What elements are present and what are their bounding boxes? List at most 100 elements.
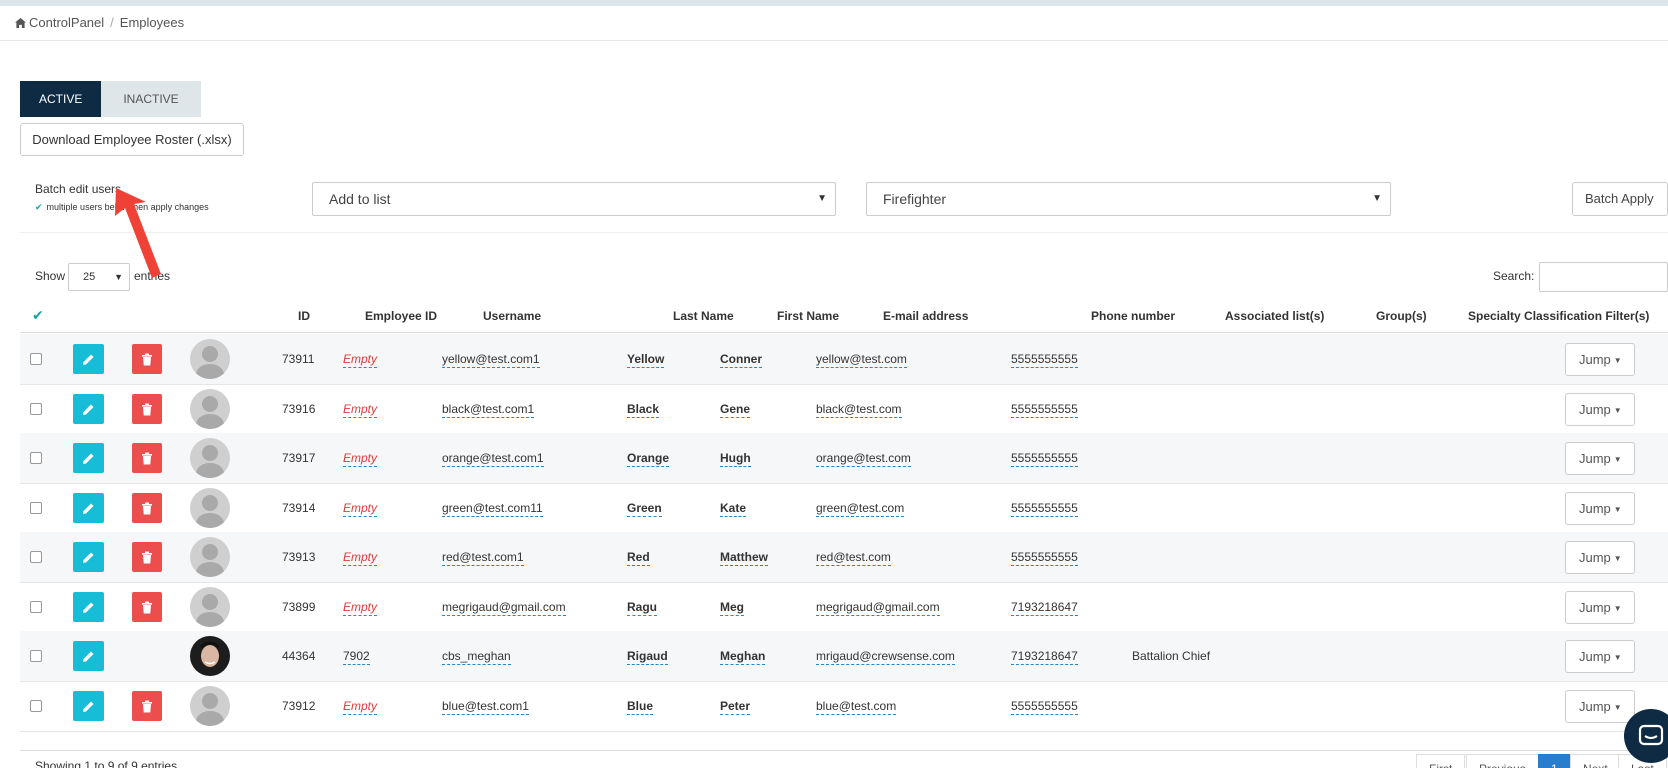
column-phone[interactable]: Phone number <box>1091 309 1175 323</box>
cell-employee-id[interactable]: Empty <box>343 352 378 368</box>
column-specialty[interactable]: Specialty Classification Filter(s) <box>1468 309 1649 323</box>
cell-email[interactable]: orange@test.com <box>816 451 911 467</box>
select-all-check-icon[interactable]: ✔ <box>32 307 44 324</box>
home-icon[interactable] <box>15 18 26 28</box>
cell-phone[interactable]: 5555555555 <box>1011 501 1078 517</box>
column-associated-lists[interactable]: Associated list(s) <box>1225 309 1324 323</box>
cell-last-name[interactable]: Ragu <box>627 600 657 616</box>
edit-button[interactable] <box>73 344 104 374</box>
cell-email[interactable]: megrigaud@gmail.com <box>816 600 940 616</box>
cell-last-name[interactable]: Red <box>627 550 650 566</box>
cell-email[interactable]: mrigaud@crewsense.com <box>816 649 955 665</box>
row-checkbox[interactable] <box>30 353 42 365</box>
column-employee-id[interactable]: Employee ID <box>365 309 437 323</box>
cell-phone[interactable]: 5555555555 <box>1011 550 1078 566</box>
cell-username[interactable]: cbs_meghan <box>442 649 511 665</box>
row-checkbox[interactable] <box>30 650 42 662</box>
pager-previous[interactable]: Previous <box>1466 754 1539 768</box>
cell-username[interactable]: red@test.com1 <box>442 550 524 566</box>
edit-button[interactable] <box>73 443 104 473</box>
cell-first-name[interactable]: Meghan <box>720 649 766 665</box>
cell-phone[interactable]: 5555555555 <box>1011 699 1078 715</box>
delete-button[interactable] <box>132 492 162 523</box>
cell-first-name[interactable]: Hugh <box>720 451 751 467</box>
jump-dropdown-button[interactable]: Jump ▼ <box>1565 442 1635 475</box>
column-last-name[interactable]: Last Name <box>673 309 734 323</box>
cell-employee-id[interactable]: Empty <box>343 550 378 566</box>
cell-phone[interactable]: 5555555555 <box>1011 451 1078 467</box>
cell-phone[interactable]: 5555555555 <box>1011 352 1078 368</box>
tab-inactive[interactable]: INACTIVE <box>101 81 201 117</box>
cell-last-name[interactable]: Green <box>627 501 662 517</box>
jump-dropdown-button[interactable]: Jump ▼ <box>1565 343 1635 376</box>
jump-dropdown-button[interactable]: Jump ▼ <box>1565 590 1635 624</box>
delete-button[interactable] <box>132 542 162 572</box>
download-roster-button[interactable]: Download Employee Roster (.xlsx) <box>20 123 244 156</box>
cell-email[interactable]: blue@test.com <box>816 699 897 715</box>
cell-first-name[interactable]: Kate <box>720 501 747 517</box>
pager-first[interactable]: First <box>1416 754 1466 768</box>
cell-username[interactable]: yellow@test.com1 <box>442 352 540 368</box>
cell-username[interactable]: orange@test.com1 <box>442 451 544 467</box>
row-checkbox[interactable] <box>30 402 42 415</box>
cell-last-name[interactable]: Rigaud <box>627 649 668 665</box>
batch-apply-button[interactable]: Batch Apply <box>1572 182 1668 216</box>
jump-dropdown-button[interactable]: Jump ▼ <box>1565 640 1635 673</box>
cell-email[interactable]: black@test.com <box>816 402 902 418</box>
cell-phone[interactable]: 7193218647 <box>1011 649 1078 665</box>
edit-button[interactable] <box>73 690 104 721</box>
edit-button[interactable] <box>73 591 104 622</box>
delete-button[interactable] <box>132 443 162 473</box>
cell-first-name[interactable]: Meg <box>720 600 744 616</box>
jump-dropdown-button[interactable]: Jump ▼ <box>1565 689 1635 723</box>
row-checkbox[interactable] <box>30 551 42 563</box>
row-checkbox[interactable] <box>30 600 42 613</box>
cell-last-name[interactable]: Black <box>627 402 660 418</box>
jump-dropdown-button[interactable]: Jump ▼ <box>1565 541 1635 574</box>
cell-employee-id[interactable]: Empty <box>343 402 378 418</box>
cell-employee-id[interactable]: 7902 <box>343 649 370 665</box>
delete-button[interactable] <box>132 393 162 424</box>
cell-first-name[interactable]: Peter <box>720 699 751 715</box>
row-checkbox[interactable] <box>30 501 42 514</box>
column-id[interactable]: ID <box>298 309 310 323</box>
breadcrumb-home[interactable]: ControlPanel <box>29 15 104 30</box>
cell-phone[interactable]: 7193218647 <box>1011 600 1078 616</box>
role-select[interactable]: Firefighter ▼ <box>866 182 1391 216</box>
cell-employee-id[interactable]: Empty <box>343 501 378 517</box>
cell-employee-id[interactable]: Empty <box>343 600 378 616</box>
cell-employee-id[interactable]: Empty <box>343 451 378 467</box>
edit-button[interactable] <box>73 542 104 572</box>
delete-button[interactable] <box>132 344 162 374</box>
pager-next[interactable]: Next <box>1570 754 1621 768</box>
edit-button[interactable] <box>73 641 104 671</box>
cell-first-name[interactable]: Matthew <box>720 550 768 566</box>
cell-last-name[interactable]: Yellow <box>627 352 665 368</box>
column-username[interactable]: Username <box>483 309 541 323</box>
jump-dropdown-button[interactable]: Jump ▼ <box>1565 392 1635 426</box>
delete-button[interactable] <box>132 591 162 622</box>
add-to-list-select[interactable]: Add to list ▼ <box>312 182 836 216</box>
cell-employee-id[interactable]: Empty <box>343 699 378 715</box>
cell-last-name[interactable]: Orange <box>627 451 670 467</box>
column-first-name[interactable]: First Name <box>777 309 839 323</box>
row-checkbox[interactable] <box>30 699 42 712</box>
search-input[interactable] <box>1539 262 1668 292</box>
cell-first-name[interactable]: Gene <box>720 402 751 418</box>
cell-email[interactable]: green@test.com <box>816 501 905 517</box>
cell-email[interactable]: yellow@test.com <box>816 352 907 368</box>
cell-last-name[interactable]: Blue <box>627 699 654 715</box>
cell-username[interactable]: blue@test.com1 <box>442 699 529 715</box>
column-email[interactable]: E-mail address <box>883 309 968 323</box>
cell-username[interactable]: black@test.com1 <box>442 402 535 418</box>
tab-active[interactable]: ACTIVE <box>20 81 102 117</box>
column-groups[interactable]: Group(s) <box>1376 309 1427 323</box>
cell-username[interactable]: green@test.com11 <box>442 501 543 517</box>
edit-button[interactable] <box>73 492 104 523</box>
edit-button[interactable] <box>73 393 104 424</box>
cell-first-name[interactable]: Conner <box>720 352 762 368</box>
row-checkbox[interactable] <box>30 452 42 464</box>
pager-page-1[interactable]: 1 <box>1538 754 1571 768</box>
delete-button[interactable] <box>132 690 162 721</box>
cell-phone[interactable]: 5555555555 <box>1011 402 1078 418</box>
